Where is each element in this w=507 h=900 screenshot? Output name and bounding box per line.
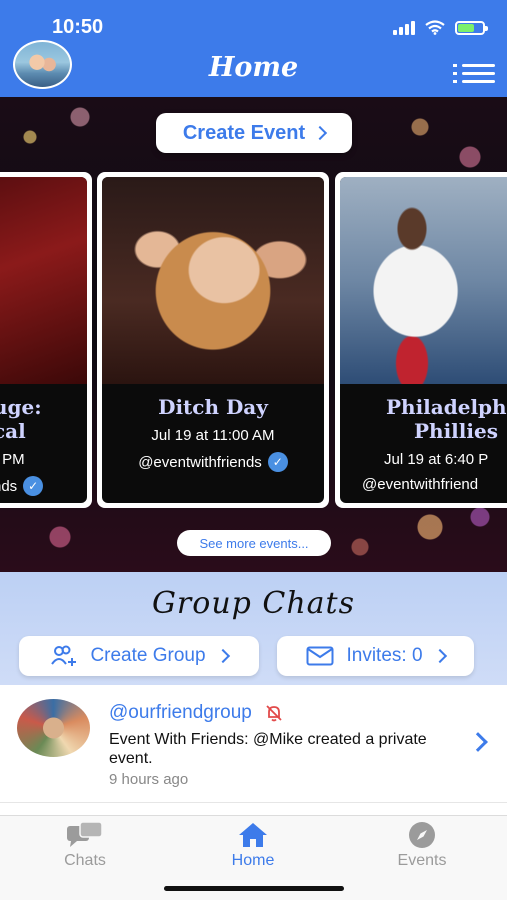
see-more-events-button[interactable]: See more events... [177, 530, 331, 556]
tab-events-label: Events [397, 852, 447, 869]
event-host: nds [0, 477, 18, 495]
event-date: Jul 19 at 11:00 AM [151, 427, 275, 444]
event-card[interactable]: uge: cal ) PM nds ✓ [0, 172, 92, 508]
chevron-right-icon [313, 125, 328, 141]
create-event-label: Create Event [182, 121, 306, 144]
event-name-line2: cal [0, 419, 26, 443]
chat-group-handle: @ourfriendgroup [109, 702, 252, 723]
tab-chats[interactable]: Chats [25, 820, 145, 870]
home-icon [239, 823, 267, 847]
event-date: Jul 19 at 6:40 P [384, 451, 489, 468]
chevron-right-icon [432, 648, 447, 664]
event-date: ) PM [0, 451, 25, 468]
event-image [102, 177, 324, 384]
create-event-button[interactable]: Create Event [156, 113, 352, 153]
compass-icon [409, 822, 435, 848]
page-title: Home [208, 52, 299, 83]
add-group-icon [51, 645, 77, 666]
chat-list-item[interactable]: @ourfriendgroup Event With Friends: @Mik… [0, 685, 507, 803]
cellular-signal-icon [393, 20, 415, 35]
group-avatar [17, 699, 90, 757]
verified-badge-icon: ✓ [267, 452, 288, 472]
group-chats-title: Group Chats [151, 586, 356, 621]
muted-bell-icon [266, 705, 282, 722]
invites-label: Invites: 0 [346, 645, 423, 666]
status-icons [393, 20, 488, 35]
events-carousel-section: Create Event uge: cal ) PM nds ✓ Ditch D… [0, 97, 507, 572]
event-name: Ditch Day [158, 395, 268, 419]
chat-last-message: Event With Friends: @Mike created a priv… [109, 731, 427, 767]
group-chats-section: Group Chats Create Group Invites: 0 [0, 572, 507, 685]
create-group-label: Create Group [90, 645, 206, 666]
battery-icon [455, 20, 488, 35]
chevron-right-icon [468, 732, 488, 754]
event-host: @eventwithfriend [362, 476, 479, 493]
tab-home-label: Home [231, 852, 275, 869]
invites-button[interactable]: Invites: 0 [277, 636, 474, 676]
event-image [0, 177, 87, 384]
chats-icon [67, 821, 103, 847]
event-name: uge: [0, 395, 42, 419]
event-card[interactable]: Philadelphi Phillies Jul 19 at 6:40 P @e… [335, 172, 507, 508]
tab-chats-label: Chats [64, 852, 106, 869]
home-indicator [164, 886, 344, 891]
event-card[interactable]: Ditch Day Jul 19 at 11:00 AM @eventwithf… [97, 172, 329, 508]
envelope-icon [306, 646, 334, 666]
create-group-button[interactable]: Create Group [19, 636, 259, 676]
header-bar: 10:50 Home [0, 0, 507, 97]
event-image [340, 177, 507, 384]
status-time: 10:50 [52, 16, 104, 38]
verified-badge-icon: ✓ [23, 476, 44, 496]
event-host: @eventwithfriends [138, 453, 262, 471]
tab-home[interactable]: Home [193, 820, 313, 870]
wifi-icon [425, 20, 445, 35]
tab-events[interactable]: Events [362, 820, 482, 870]
chat-timestamp: 9 hours ago [109, 771, 189, 788]
menu-icon[interactable] [453, 62, 495, 86]
event-name-line2: Phillies [414, 419, 498, 443]
event-name: Philadelphi [386, 395, 507, 419]
chevron-right-icon [215, 648, 230, 664]
